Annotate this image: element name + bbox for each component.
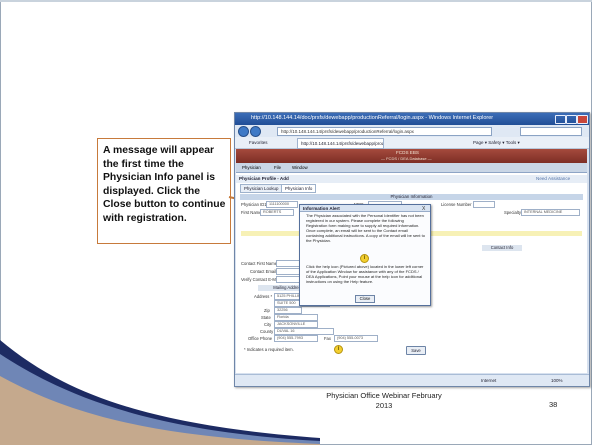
city-label: City xyxy=(264,322,272,327)
page-header: Physician Profile - Add Need Assistance xyxy=(236,175,587,183)
city-select[interactable]: JACKSONVILLE xyxy=(274,321,318,328)
license-label: License Number xyxy=(441,202,472,207)
dialog-close-button[interactable]: Close xyxy=(355,295,375,303)
page-number: 38 xyxy=(549,400,558,409)
help-icon[interactable]: i xyxy=(334,345,343,354)
back-icon[interactable] xyxy=(238,126,249,137)
forward-icon[interactable] xyxy=(250,126,261,137)
menu-item-window[interactable]: Window xyxy=(292,165,308,170)
window-titlebar: http://10.148.144.14/doc/prsfs/dewebapp/… xyxy=(235,113,589,125)
info-icon: i xyxy=(360,254,369,263)
contact-email-label: Contact Email xyxy=(250,269,277,274)
required-note: * Indicates a required item. xyxy=(244,347,294,352)
first-name-field[interactable]: ROBERTS xyxy=(260,209,294,216)
banner-title: FCDS EBS xyxy=(396,150,419,155)
menu-item-physician[interactable]: Physician xyxy=(242,165,261,170)
app-content: FCDS EBS — FCDS / DEA Database — Physici… xyxy=(236,149,587,373)
address-label: Address * xyxy=(254,294,273,299)
banner-subtitle: — FCDS / DEA Database — xyxy=(381,156,432,161)
favorites-bar: Favorites http://10.148.144.14/prsfs/dew… xyxy=(235,137,589,149)
top-rule xyxy=(0,0,592,2)
section-title: Physician Information xyxy=(240,194,583,200)
callout-box: A message will appear the first time the… xyxy=(97,138,231,244)
zip-label: Zip xyxy=(264,308,270,313)
slide-footer: Physician Office Webinar February 2013 xyxy=(305,391,463,410)
verify-email-label: Verify Contact E-Mail xyxy=(241,277,281,282)
menu-item-file[interactable]: File xyxy=(274,165,281,170)
dialog-message: The Physician associated with the Person… xyxy=(306,213,425,243)
address-row: http://10.148.144.14/prsfs/dewebapp/prod… xyxy=(235,125,589,137)
close-window-button[interactable] xyxy=(577,115,588,124)
search-input[interactable] xyxy=(520,127,582,136)
contact-first-name-field[interactable] xyxy=(276,260,300,267)
county-select[interactable]: DUVAL 16 xyxy=(274,328,334,335)
state-label: State xyxy=(261,315,271,320)
license-field[interactable] xyxy=(473,201,495,208)
status-zone: Internet xyxy=(481,378,497,383)
callout-text: A message will appear the first time the… xyxy=(103,145,226,224)
tab-physician-lookup[interactable]: Physician Lookup xyxy=(240,184,283,193)
contact-first-name-label: Contact First Name xyxy=(241,261,278,266)
window-title: http://10.148.144.14/doc/prsfs/dewebapp/… xyxy=(251,115,494,121)
contact-email-field[interactable] xyxy=(276,268,300,275)
app-menu-bar: Physician File Window xyxy=(236,163,587,173)
minimize-button[interactable] xyxy=(555,115,566,124)
browser-toolbar[interactable]: Page ▾ Safety ▾ Tools ▾ xyxy=(473,140,520,146)
physician-id-field[interactable]: 1111100000 xyxy=(266,201,298,208)
fax-field[interactable]: (904) 555-0073 xyxy=(334,335,378,342)
tab-physician-info[interactable]: Physician Info xyxy=(281,184,317,193)
app-banner: FCDS EBS — FCDS / DEA Database — xyxy=(236,149,587,163)
state-select[interactable]: Florida xyxy=(274,314,318,321)
contact-info-head: Contact Info xyxy=(482,245,522,251)
fax-label: Fax xyxy=(324,336,331,341)
browser-tab[interactable]: http://10.148.144.14/prsfs/dewebapp/prod… xyxy=(297,138,384,149)
need-assistance-link[interactable]: Need Assistance xyxy=(536,176,570,181)
dialog-help-text: Click the help icon (Pictured above) loc… xyxy=(306,264,424,284)
browser-status-bar: Internet 100% xyxy=(235,374,589,386)
dialog-title: Information Alert xyxy=(300,205,430,212)
browser-window: http://10.148.144.14/doc/prsfs/dewebapp/… xyxy=(234,112,590,387)
footer-line-1: Physician Office Webinar February xyxy=(326,391,442,400)
app-tabs: Physician Lookup Physician Info xyxy=(236,183,587,193)
save-button[interactable]: Save xyxy=(406,346,426,355)
dialog-close-icon[interactable]: X xyxy=(422,206,425,212)
footer-line-2: 2013 xyxy=(375,400,393,410)
specialty-label: Specialty xyxy=(504,210,521,215)
verify-email-field[interactable] xyxy=(276,276,300,283)
zip-field[interactable]: 32256 xyxy=(274,307,302,314)
page-title: Physician Profile - Add xyxy=(239,176,289,181)
address-bar[interactable]: http://10.148.144.14/prsfs/dewebapp/prod… xyxy=(277,127,492,136)
zoom-level[interactable]: 100% xyxy=(551,378,563,383)
favorites-button[interactable]: Favorites xyxy=(249,140,268,145)
specialty-field[interactable]: INTERNAL MEDICINE xyxy=(521,209,580,216)
office-phone-label: Office Phone xyxy=(248,336,273,341)
office-phone-field[interactable]: (904) 555-7993 xyxy=(274,335,318,342)
maximize-button[interactable] xyxy=(566,115,577,124)
county-label: County xyxy=(260,329,274,334)
information-alert-dialog: Information Alert X The Physician associ… xyxy=(299,204,431,306)
